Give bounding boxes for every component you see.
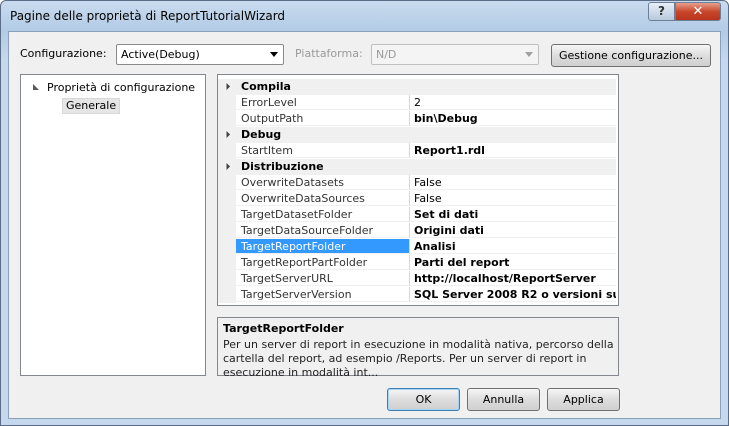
property-value[interactable]: http://localhost/ReportServer [410, 271, 616, 286]
chevron-down-icon [270, 52, 278, 57]
configuration-value: Active(Debug) [121, 48, 200, 61]
property-row-targetserverurl[interactable]: TargetServerURL http://localhost/ReportS… [218, 271, 616, 287]
property-name: TargetReportPartFolder [236, 255, 410, 270]
close-button[interactable]: ✕ [675, 2, 721, 21]
property-value[interactable]: Origini dati [410, 223, 616, 238]
property-name: TargetServerVersion [236, 287, 410, 302]
row-gutter [218, 255, 236, 271]
row-gutter [218, 111, 236, 127]
property-name: OutputPath [236, 111, 410, 126]
configuration-label: Configurazione: [20, 47, 107, 60]
chevron-down-icon [525, 52, 533, 57]
property-value[interactable]: 2 [410, 95, 616, 110]
tree-item-configuration-properties[interactable]: Proprietà di configurazione [47, 81, 195, 94]
dialog-client-area: Configurazione: Active(Debug) Piattaform… [8, 31, 721, 419]
property-row-outputpath[interactable]: OutputPath bin\Debug [218, 111, 616, 127]
category-label: Debug [241, 128, 282, 141]
property-name: OverwriteDatasets [236, 175, 410, 190]
description-title: TargetReportFolder [223, 322, 344, 335]
row-gutter [218, 143, 236, 159]
ok-button[interactable]: OK [387, 388, 460, 411]
property-row-targetserverversion[interactable]: TargetServerVersion SQL Server 2008 R2 o… [218, 287, 616, 303]
property-row-errorlevel[interactable]: ErrorLevel 2 [218, 95, 616, 111]
row-gutter [218, 95, 236, 111]
expand-arrow-icon[interactable] [33, 84, 39, 90]
apply-button[interactable]: Applica [547, 388, 620, 411]
property-grid[interactable]: Compila ErrorLevel 2 OutputPath bin\Debu… [217, 74, 619, 306]
platform-label: Piattaforma: [295, 47, 363, 60]
platform-value: N/D [376, 48, 397, 61]
category-compila[interactable]: Compila [218, 79, 616, 95]
property-value[interactable]: Parti del report [410, 255, 616, 270]
row-gutter [218, 223, 236, 239]
property-name: TargetReportFolder [236, 239, 410, 254]
row-gutter [218, 271, 236, 287]
property-value[interactable]: bin\Debug [410, 111, 616, 126]
cancel-button[interactable]: Annulla [467, 388, 540, 411]
row-gutter [218, 191, 236, 207]
property-value[interactable]: Report1.rdl [410, 143, 616, 158]
description-panel: TargetReportFolder Per un server di repo… [217, 317, 619, 379]
property-name: TargetDatasetFolder [236, 207, 410, 222]
collapse-icon[interactable] [222, 82, 231, 91]
property-value[interactable]: False [410, 191, 616, 206]
property-row-targetreportpartfolder[interactable]: TargetReportPartFolder Parti del report [218, 255, 616, 271]
title-bar[interactable]: Pagine delle proprietà di ReportTutorial… [1, 1, 728, 31]
category-label: Compila [241, 80, 291, 93]
category-label: Distribuzione [241, 160, 324, 173]
configuration-dropdown[interactable]: Active(Debug) [116, 44, 284, 65]
property-value[interactable]: Set di dati [410, 207, 616, 222]
property-row-overwritedatasources[interactable]: OverwriteDataSources False [218, 191, 616, 207]
row-gutter [218, 207, 236, 223]
property-value[interactable]: Analisi [410, 239, 616, 254]
tree-item-general[interactable]: Generale [62, 98, 121, 114]
property-name: TargetServerURL [236, 271, 410, 286]
row-gutter [218, 175, 236, 191]
property-value[interactable]: False [410, 175, 616, 190]
help-button[interactable]: ? [648, 2, 675, 21]
category-tree: Proprietà di configurazione Generale [20, 74, 206, 376]
property-value[interactable]: SQL Server 2008 R2 o versioni succ [410, 287, 616, 302]
collapse-icon[interactable] [222, 130, 231, 139]
configuration-manager-button[interactable]: Gestione configurazione... [551, 44, 711, 67]
property-name: OverwriteDataSources [236, 191, 410, 206]
property-row-overwritedatasets[interactable]: OverwriteDatasets False [218, 175, 616, 191]
platform-dropdown[interactable]: N/D [371, 44, 539, 65]
collapse-icon[interactable] [222, 162, 231, 171]
category-distribuzione[interactable]: Distribuzione [218, 159, 616, 175]
property-name: TargetDataSourceFolder [236, 223, 410, 238]
property-name: StartItem [236, 143, 410, 158]
row-gutter [218, 287, 236, 303]
property-name: ErrorLevel [236, 95, 410, 110]
property-row-targetdatasourcefolder[interactable]: TargetDataSourceFolder Origini dati [218, 223, 616, 239]
property-row-targetdatasetfolder[interactable]: TargetDatasetFolder Set di dati [218, 207, 616, 223]
description-text: Per un server di report in esecuzione in… [223, 338, 614, 379]
property-row-targetreportfolder[interactable]: TargetReportFolder Analisi [218, 239, 616, 255]
dialog-window: Pagine delle proprietà di ReportTutorial… [0, 0, 729, 426]
category-debug[interactable]: Debug [218, 127, 616, 143]
property-row-startitem[interactable]: StartItem Report1.rdl [218, 143, 616, 159]
window-title: Pagine delle proprietà di ReportTutorial… [10, 9, 286, 23]
row-gutter [218, 239, 236, 255]
